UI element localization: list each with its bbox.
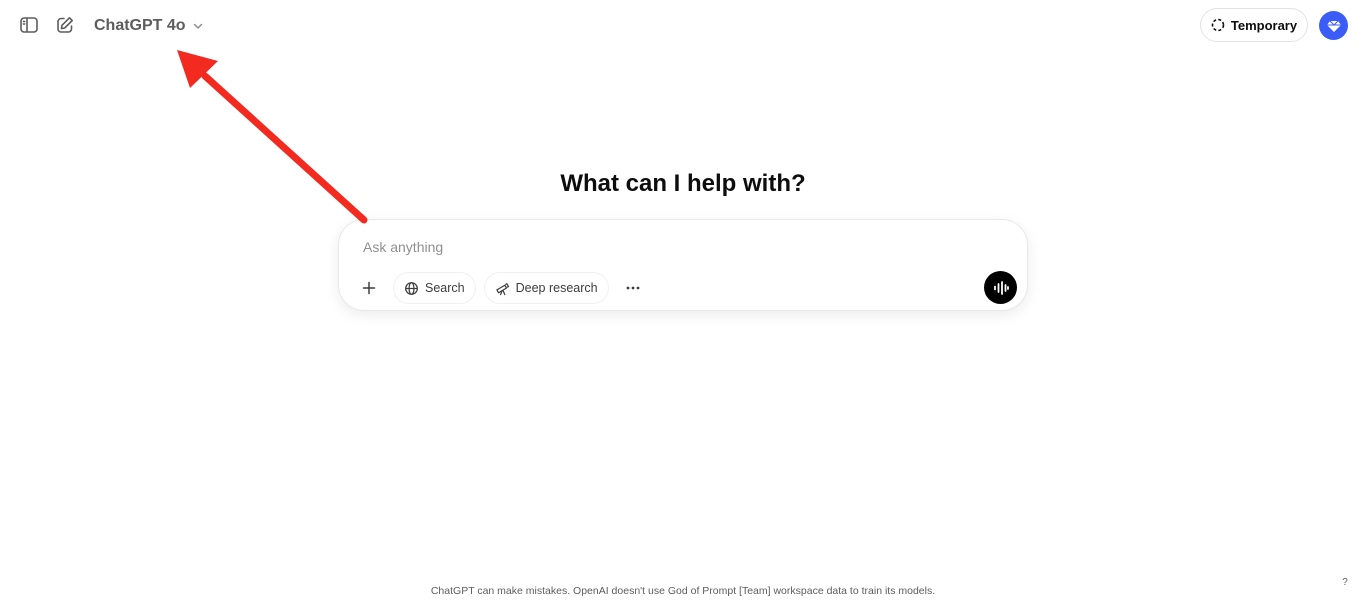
chatgpt-home: ChatGPT 4o Temporary What can I help wit… xyxy=(0,0,1366,606)
voice-wave-icon xyxy=(993,280,1009,295)
page-title: What can I help with? xyxy=(560,170,806,197)
prompt-input[interactable] xyxy=(363,236,963,258)
new-chat-button[interactable] xyxy=(49,9,81,41)
avatar[interactable] xyxy=(1319,11,1348,40)
composer: Search Deep research xyxy=(338,219,1028,311)
footer-disclaimer: ChatGPT can make mistakes. OpenAI doesn'… xyxy=(430,585,936,597)
chevron-down-icon xyxy=(193,23,202,29)
model-name: ChatGPT 4o xyxy=(94,17,186,34)
add-attachment-button[interactable] xyxy=(353,272,385,304)
sidebar-toggle-icon xyxy=(20,17,38,33)
deep-research-label: Deep research xyxy=(515,281,598,295)
edit-icon xyxy=(57,17,73,33)
globe-icon xyxy=(405,281,418,295)
diamond-icon xyxy=(1326,20,1341,32)
temporary-chat-button[interactable]: Temporary xyxy=(1200,8,1308,42)
search-label: Search xyxy=(425,281,465,295)
temporary-label: Temporary xyxy=(1230,17,1298,33)
more-dots-icon xyxy=(626,286,640,290)
plus-icon xyxy=(362,281,376,295)
help-button[interactable]: ? xyxy=(1338,577,1352,591)
more-tools-button[interactable] xyxy=(617,272,649,304)
composer-toolbar: Search Deep research xyxy=(353,272,649,304)
voice-mode-button[interactable] xyxy=(984,271,1017,304)
search-button[interactable]: Search xyxy=(393,272,476,304)
top-bar: ChatGPT 4o Temporary xyxy=(0,0,1366,52)
model-selector[interactable]: ChatGPT 4o xyxy=(88,10,210,42)
deep-research-button[interactable]: Deep research xyxy=(483,272,609,304)
sidebar-toggle-button[interactable] xyxy=(13,9,45,41)
telescope-icon xyxy=(495,282,509,295)
dashed-circle-icon xyxy=(1211,18,1225,32)
